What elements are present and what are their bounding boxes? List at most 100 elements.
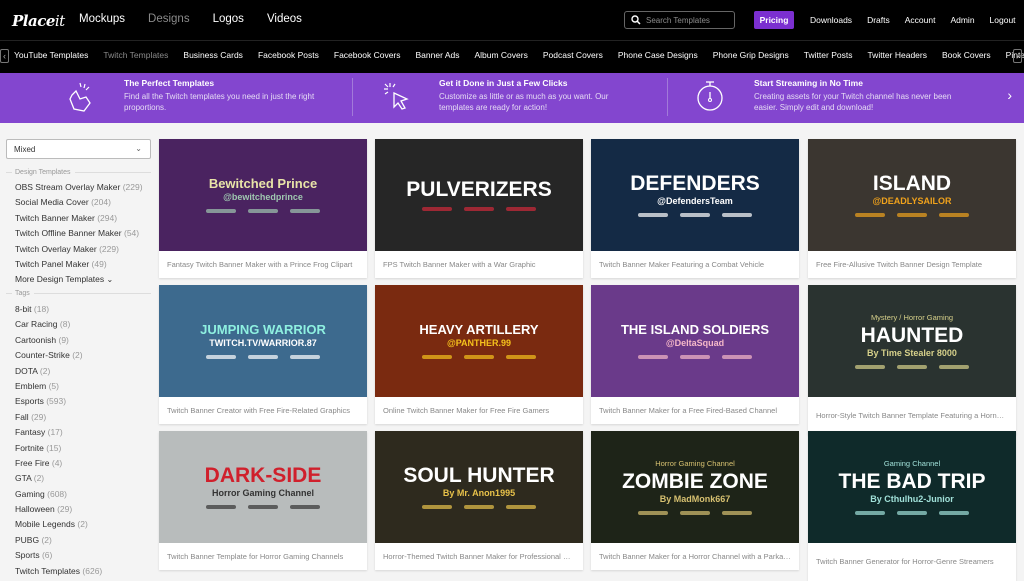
- category-tab[interactable]: Book Covers: [942, 50, 991, 60]
- template-thumbnail[interactable]: HEAVY ARTILLERY @PANTHER.99: [375, 285, 583, 397]
- tag-filter[interactable]: GTA (2): [15, 471, 102, 486]
- banner-title: PULVERIZERS: [406, 178, 552, 201]
- tag-filter[interactable]: Mobile Legends (2): [15, 517, 102, 532]
- template-card[interactable]: Bewitched Prince @bewitchedprince Fantasy …: [159, 139, 367, 278]
- template-caption[interactable]: Fantasy Twitch Banner Maker with a Princ…: [159, 251, 367, 278]
- template-caption[interactable]: Twitch Banner Maker Featuring a Combat V…: [591, 251, 799, 278]
- template-card[interactable]: ISLAND @DEADLYSAILOR Free Fire-Allusive Tw…: [808, 139, 1016, 278]
- filter-count: (608): [47, 488, 67, 499]
- template-thumbnail[interactable]: Gaming Channel THE BAD TRIP By Cthulhu2-Ju…: [808, 431, 1016, 543]
- filter-count: (29): [57, 504, 73, 515]
- template-caption[interactable]: Twitch Banner Maker for a Free Fired-Bas…: [591, 397, 799, 424]
- category-scroll-left-button[interactable]: ‹: [0, 49, 9, 63]
- design-template-filter[interactable]: Twitch Overlay Maker (229): [15, 242, 143, 257]
- tag-filter[interactable]: Halloween (29): [15, 502, 102, 517]
- template-thumbnail[interactable]: JUMPING WARRIOR TWITCH.TV/WARRIOR.87: [159, 285, 367, 397]
- template-card[interactable]: SOUL HUNTER By Mr. Anon1995 Horror-Themed …: [375, 431, 583, 570]
- template-thumbnail[interactable]: ISLAND @DEADLYSAILOR: [808, 139, 1016, 251]
- template-caption[interactable]: Twitch Banner Maker for a Horror Channel…: [591, 543, 799, 570]
- category-tab[interactable]: Facebook Posts: [258, 50, 319, 60]
- template-caption[interactable]: FPS Twitch Banner Maker with a War Graph…: [375, 251, 583, 278]
- nav-logout[interactable]: Logout: [990, 15, 1016, 25]
- promo-next-button[interactable]: ›: [1007, 87, 1012, 103]
- nav-drafts[interactable]: Drafts: [867, 15, 890, 25]
- nav-admin[interactable]: Admin: [950, 15, 974, 25]
- design-template-filter[interactable]: Twitch Panel Maker (49): [15, 257, 143, 272]
- category-tab[interactable]: Twitch Templates: [103, 50, 168, 60]
- tag-filter[interactable]: 8-bit (18): [15, 302, 102, 317]
- tag-filter[interactable]: Fantasy (17): [15, 425, 102, 440]
- banner-title: ISLAND: [872, 172, 952, 195]
- template-thumbnail[interactable]: Mystery / Horror Gaming HAUNTED By Time St…: [808, 285, 1016, 397]
- design-template-filter[interactable]: OBS Stream Overlay Maker (229): [15, 180, 143, 195]
- template-caption[interactable]: Online Twitch Banner Maker for Free Fire…: [375, 397, 583, 424]
- template-card[interactable]: DEFENDERS @DefendersTeam Twitch Banner Mak…: [591, 139, 799, 278]
- nav-designs[interactable]: Designs: [148, 13, 190, 25]
- sort-select[interactable]: Mixed ⌄: [6, 139, 151, 159]
- template-card[interactable]: Gaming Channel THE BAD TRIP By Cthulhu2-Ju…: [808, 431, 1016, 581]
- search-input[interactable]: [646, 15, 731, 25]
- category-tab[interactable]: Podcast Covers: [543, 50, 603, 60]
- tag-filter[interactable]: PUBG (2): [15, 533, 102, 548]
- template-thumbnail[interactable]: DEFENDERS @DefendersTeam: [591, 139, 799, 251]
- tag-filter[interactable]: Counter-Strike (2): [15, 348, 102, 363]
- tag-filter[interactable]: Sports (6): [15, 548, 102, 563]
- filter-label: Mobile Legends: [15, 519, 76, 530]
- design-template-filter[interactable]: Social Media Cover (204): [15, 195, 143, 210]
- search-box[interactable]: [624, 11, 735, 29]
- nav-downloads[interactable]: Downloads: [810, 15, 852, 25]
- nav-mockups[interactable]: Mockups: [79, 13, 125, 25]
- template-thumbnail[interactable]: Bewitched Prince @bewitchedprince: [159, 139, 367, 251]
- tag-filter[interactable]: Cartoonish (9): [15, 333, 102, 348]
- placeit-logo[interactable]: Placeit: [12, 12, 65, 30]
- template-card[interactable]: HEAVY ARTILLERY @PANTHER.99 Online Twitch …: [375, 285, 583, 424]
- category-tab[interactable]: Facebook Covers: [334, 50, 401, 60]
- template-thumbnail[interactable]: Horror Gaming Channel ZOMBIE ZONE By MadMo…: [591, 431, 799, 543]
- nav-logos[interactable]: Logos: [213, 13, 244, 25]
- chevron-down-icon: ⌄: [106, 275, 114, 285]
- category-tab[interactable]: Album Covers: [474, 50, 527, 60]
- template-thumbnail[interactable]: DARK-SIDE Horror Gaming Channel: [159, 431, 367, 543]
- template-caption[interactable]: Horror-Style Twitch Banner Template Feat…: [808, 397, 1016, 435]
- category-tab[interactable]: Twitter Posts: [804, 50, 853, 60]
- template-card[interactable]: Horror Gaming Channel ZOMBIE ZONE By MadMo…: [591, 431, 799, 570]
- category-scroll-right-button[interactable]: ›: [1013, 49, 1022, 63]
- category-tab[interactable]: Phone Case Designs: [618, 50, 698, 60]
- template-caption[interactable]: Horror-Themed Twitch Banner Maker for Pr…: [375, 543, 583, 570]
- template-card[interactable]: PULVERIZERS FPS Twitch Banner Maker with …: [375, 139, 583, 278]
- tag-filter[interactable]: Gaming (608): [15, 487, 102, 502]
- category-tab[interactable]: Banner Ads: [416, 50, 460, 60]
- template-card[interactable]: DARK-SIDE Horror Gaming Channel Twitch Ban…: [159, 431, 367, 570]
- filter-count: (294): [97, 212, 118, 223]
- nav-videos[interactable]: Videos: [267, 13, 302, 25]
- tag-filter[interactable]: Esports (593): [15, 394, 102, 409]
- pricing-button[interactable]: Pricing: [754, 11, 794, 29]
- stopwatch-icon: [697, 81, 723, 111]
- template-thumbnail[interactable]: PULVERIZERS: [375, 139, 583, 251]
- tag-filter[interactable]: Car Racing (8): [15, 317, 102, 332]
- template-thumbnail[interactable]: THE ISLAND SOLDIERS @DeltaSquad: [591, 285, 799, 397]
- template-caption[interactable]: Free Fire-Allusive Twitch Banner Design …: [808, 251, 1016, 278]
- tag-filter[interactable]: DOTA (2): [15, 364, 102, 379]
- category-tab[interactable]: YouTube Templates: [14, 50, 88, 60]
- template-card[interactable]: JUMPING WARRIOR TWITCH.TV/WARRIOR.87 Twitc…: [159, 285, 367, 424]
- tag-filter[interactable]: Fall (29): [15, 410, 102, 425]
- tag-filter[interactable]: Emblem (5): [15, 379, 102, 394]
- template-thumbnail[interactable]: SOUL HUNTER By Mr. Anon1995: [375, 431, 583, 543]
- nav-account[interactable]: Account: [905, 15, 936, 25]
- tag-filter[interactable]: Free Fire (4): [15, 456, 102, 471]
- category-tab[interactable]: Phone Grip Designs: [713, 50, 789, 60]
- tag-filter[interactable]: Fortnite (15): [15, 441, 102, 456]
- more-design-templates-button[interactable]: More Design Templates ⌄: [15, 272, 143, 287]
- banner-title: HEAVY ARTILLERY: [419, 322, 539, 337]
- category-tab[interactable]: Business Cards: [183, 50, 243, 60]
- template-card[interactable]: THE ISLAND SOLDIERS @DeltaSquad Twitch Ban…: [591, 285, 799, 424]
- template-caption[interactable]: Twitch Banner Generator for Horror-Genre…: [808, 543, 1016, 581]
- design-template-filter[interactable]: Twitch Banner Maker (294): [15, 211, 143, 226]
- design-template-filter[interactable]: Twitch Offline Banner Maker (54): [15, 226, 143, 241]
- banner-title: SOUL HUNTER: [403, 464, 555, 487]
- template-card[interactable]: Mystery / Horror Gaming HAUNTED By Time St…: [808, 285, 1016, 435]
- template-caption[interactable]: Twitch Banner Creator with Free Fire-Rel…: [159, 397, 367, 424]
- template-caption[interactable]: Twitch Banner Template for Horror Gaming…: [159, 543, 367, 570]
- category-tab[interactable]: Twitter Headers: [867, 50, 927, 60]
